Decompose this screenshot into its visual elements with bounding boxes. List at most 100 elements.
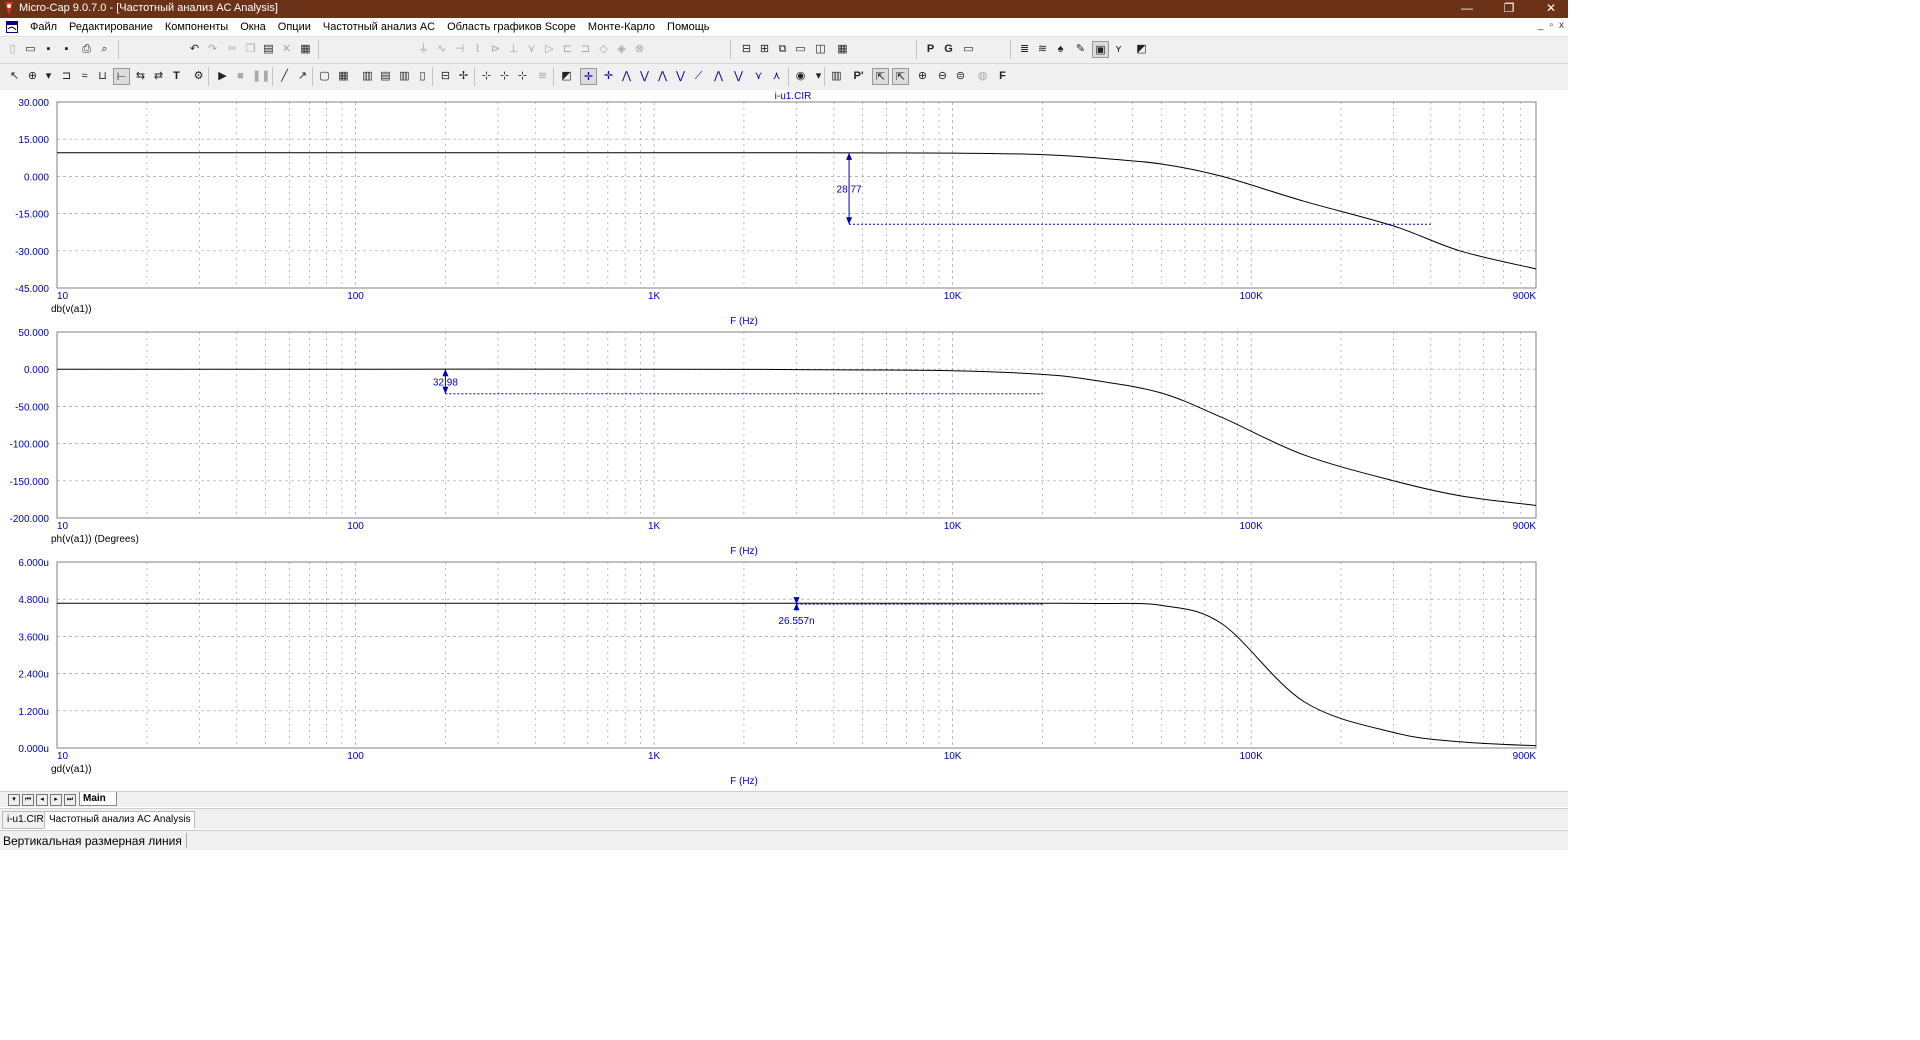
chevron-down-icon[interactable]: ▾	[40, 68, 57, 85]
copy-icon[interactable]: ❐	[242, 41, 259, 58]
zoom-out-icon[interactable]: ⊖	[934, 68, 951, 85]
nmos-icon[interactable]: ⊐	[577, 41, 594, 58]
go-to-x-icon[interactable]: ◩	[558, 68, 575, 85]
save-icon[interactable]: ▪	[40, 41, 57, 58]
split-window-icon[interactable]: ◫	[812, 41, 829, 58]
properties-icon[interactable]: ⚙	[190, 68, 207, 85]
ylabel-icon[interactable]: ʏ	[1110, 41, 1127, 58]
mdi-restore-button[interactable]: ▫	[1549, 20, 1553, 31]
tag-vertical-icon[interactable]: ⊹	[478, 68, 495, 85]
prev-page-icon[interactable]: ◂	[36, 794, 48, 806]
maximize-button[interactable]: ❐	[1492, 0, 1526, 18]
new-file-icon[interactable]: ▯	[4, 41, 21, 58]
zoom-fit-icon[interactable]: ⊜	[952, 68, 969, 85]
menu-scope[interactable]: Область графиков Scope	[441, 20, 582, 34]
vertical-dimension-icon[interactable]: ✛	[580, 68, 597, 85]
sheet-tab-main[interactable]: Main	[79, 792, 117, 806]
scale-mode-icon[interactable]: ⊢	[113, 68, 130, 85]
doc-tab-ac-analysis[interactable]: Частотный анализ AC Analysis	[44, 811, 196, 829]
npn-icon[interactable]: ⋎	[523, 41, 540, 58]
point-tag-icon[interactable]: ⇄	[150, 68, 167, 85]
calculator-icon[interactable]: ▦	[834, 41, 851, 58]
numeric-output-icon[interactable]: ≣	[1016, 41, 1033, 58]
run-icon[interactable]: ▶	[214, 68, 231, 85]
refresh-icon[interactable]: ◍	[974, 68, 991, 85]
tokens-icon[interactable]: ⇱	[872, 68, 889, 85]
menu-components[interactable]: Компоненты	[159, 20, 234, 34]
inflection-icon[interactable]: ⟋	[690, 68, 707, 85]
menu-monte-carlo[interactable]: Монте-Карло	[582, 20, 661, 34]
tile-horizontal-icon[interactable]: ⊟	[738, 41, 755, 58]
select-arrow-icon[interactable]: ↖	[6, 68, 23, 85]
document-icon[interactable]	[6, 21, 18, 33]
grid-icon[interactable]: ▦	[335, 68, 352, 85]
menu-file[interactable]: Файл	[24, 20, 63, 34]
text-mode-icon[interactable]: T	[168, 68, 185, 85]
frame-icon[interactable]: ▢	[316, 68, 333, 85]
first-page-icon[interactable]: ⏮	[22, 794, 34, 806]
bus-mode-icon[interactable]: ≈	[76, 68, 93, 85]
global-high-icon[interactable]: ⋀	[710, 68, 727, 85]
top-icon[interactable]: ⋎	[750, 68, 767, 85]
tokens-alt-icon[interactable]: ⇱	[892, 68, 909, 85]
tile-vertical-icon[interactable]: ⊞	[756, 41, 773, 58]
plot-area[interactable]: i-u1.CIR 30.000 15.000 0.000 -15.000 -30.000 -…	[0, 90, 1568, 806]
arrow-line-icon[interactable]: ↗	[294, 68, 311, 85]
menu-options[interactable]: Опции	[272, 20, 317, 34]
opamp-icon[interactable]: ▷	[541, 41, 558, 58]
low-icon[interactable]: ⋁	[672, 68, 689, 85]
waveform-icon[interactable]: ≋	[1034, 41, 1051, 58]
global-low-icon[interactable]: ⋁	[730, 68, 747, 85]
redo-icon[interactable]: ↷	[204, 41, 221, 58]
delete-icon[interactable]: ✕	[278, 41, 295, 58]
stack-icon[interactable]: ⊟	[437, 68, 454, 85]
paste-icon[interactable]: ▤	[260, 41, 277, 58]
resistor-icon[interactable]: ∿	[433, 41, 450, 58]
cut-icon[interactable]: ✂	[224, 41, 241, 58]
cursor-mode-icon[interactable]: ⇆	[132, 68, 149, 85]
mdi-minimize-button[interactable]: _	[1538, 20, 1544, 31]
grid-lines-icon[interactable]: ▤	[377, 68, 394, 85]
select-all-icon[interactable]: ▦	[297, 41, 314, 58]
tag-style-icon[interactable]: ≋	[534, 68, 551, 85]
probe-p-icon[interactable]: P	[922, 41, 939, 58]
next-page-icon[interactable]: ▸	[50, 794, 62, 806]
cascade-icon[interactable]: ⧉	[774, 41, 791, 58]
menu-ac-analysis[interactable]: Частотный анализ AC	[317, 20, 441, 34]
performance-icon[interactable]: P'	[850, 68, 867, 85]
source-icon[interactable]: ◇	[595, 41, 612, 58]
stop-icon[interactable]: ■	[232, 68, 249, 85]
undo-icon[interactable]: ↶	[186, 41, 203, 58]
wire-icon[interactable]: ⊗	[631, 41, 648, 58]
diode-icon[interactable]: ⊳	[487, 41, 504, 58]
line-icon[interactable]: ╱	[276, 68, 293, 85]
menu-edit[interactable]: Редактирование	[63, 20, 159, 34]
menu-windows[interactable]: Окна	[234, 20, 272, 34]
probe-pen-icon[interactable]: ✎	[1072, 41, 1089, 58]
scroll-down-icon[interactable]: ▾	[8, 794, 20, 806]
inductor-icon[interactable]: ⌇	[469, 41, 486, 58]
find-icon[interactable]: F	[994, 68, 1011, 85]
ac-analysis-plots[interactable]: i-u1.CIR 30.000 15.000 0.000 -15.000 -30.000 -…	[0, 90, 1568, 790]
minor-grid-icon[interactable]: ▥	[359, 68, 376, 85]
node-icon[interactable]: ◈	[613, 41, 630, 58]
scope-icon[interactable]: ▣	[1092, 41, 1109, 58]
mdi-close-button[interactable]: x	[1559, 20, 1564, 31]
battery-icon[interactable]: ⊥	[505, 41, 522, 58]
peak-icon[interactable]: ⋀	[618, 68, 635, 85]
zoom-in-icon[interactable]: ⊕	[914, 68, 931, 85]
columns-icon[interactable]: ▯	[414, 68, 431, 85]
window-icon[interactable]: ▭	[792, 41, 809, 58]
open-file-icon[interactable]: ▭	[22, 41, 39, 58]
close-button[interactable]: ✕	[1534, 0, 1568, 18]
tag-horizontal-icon[interactable]: ⊹	[496, 68, 513, 85]
save-all-icon[interactable]: ▪	[58, 41, 75, 58]
ground-icon[interactable]: ⏚	[415, 41, 432, 58]
chart-icon[interactable]: ◩	[1133, 41, 1150, 58]
valley-icon[interactable]: ⋁	[636, 68, 653, 85]
analysis-icon[interactable]: ♠	[1052, 41, 1069, 58]
pause-icon[interactable]: ❚❚	[252, 68, 270, 85]
probe-g-icon[interactable]: G	[940, 41, 957, 58]
print-preview-icon[interactable]: ⌕	[96, 41, 113, 58]
graph-by-icon[interactable]: ⊔	[94, 68, 111, 85]
